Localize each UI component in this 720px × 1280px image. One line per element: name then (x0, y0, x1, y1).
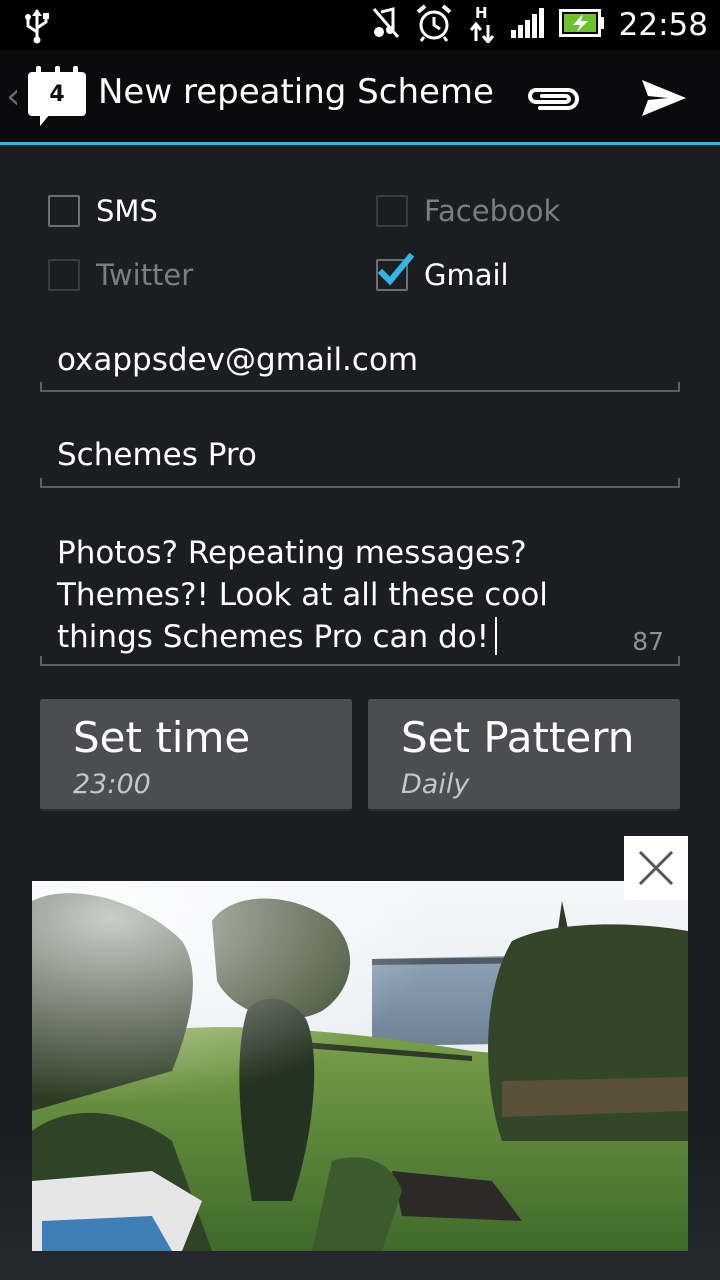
clock: 22:58 (618, 7, 708, 43)
app-icon-badge: 4 (28, 72, 86, 116)
message-line: Themes?! Look at all these cool (57, 577, 548, 613)
svg-text:H: H (475, 4, 488, 22)
set-pattern-label: Set Pattern (401, 713, 635, 762)
twitter-checkbox-row[interactable]: Twitter (48, 258, 193, 292)
page-title: New repeating Scheme (98, 72, 494, 112)
sms-checkbox[interactable] (48, 195, 80, 227)
close-icon (638, 850, 674, 886)
set-pattern-value: Daily (401, 769, 470, 800)
gmail-label: Gmail (424, 258, 509, 292)
usb-icon (22, 8, 52, 48)
battery-charging-icon (558, 9, 605, 41)
app-icon[interactable]: 4 (26, 66, 88, 130)
set-time-label: Set time (73, 713, 251, 762)
message-field[interactable]: Photos? Repeating messages? Themes?! Loo… (40, 532, 680, 666)
status-bar: H 22:58 (0, 0, 720, 50)
gmail-checkbox-row[interactable]: Gmail (376, 253, 509, 292)
set-pattern-button[interactable]: Set Pattern Daily (368, 699, 680, 811)
facebook-label: Facebook (424, 194, 561, 228)
paperclip-icon (528, 88, 579, 110)
signal-icon (510, 8, 545, 42)
up-chevron-icon[interactable]: ‹ (6, 76, 20, 117)
message-line: Photos? Repeating messages? (57, 535, 527, 571)
sms-label: SMS (96, 194, 158, 228)
twitter-checkbox[interactable] (48, 259, 80, 291)
subject-value: Schemes Pro (57, 437, 257, 473)
send-button[interactable] (638, 76, 690, 120)
subject-field[interactable]: Schemes Pro (40, 425, 680, 488)
mute-icon (371, 6, 401, 44)
attached-photo (32, 881, 688, 1251)
alarm-icon (415, 4, 453, 46)
char-count: 87 (632, 627, 664, 656)
hspa-icon: H (467, 3, 497, 47)
remove-photo-button[interactable] (624, 836, 688, 900)
set-time-value: 23:00 (73, 769, 151, 800)
recipient-value: oxappsdev@gmail.com (57, 342, 419, 378)
set-time-button[interactable]: Set time 23:00 (40, 699, 352, 811)
gmail-checkbox[interactable] (376, 253, 415, 291)
send-icon (642, 80, 686, 116)
text-cursor (495, 617, 498, 655)
action-bar: ‹ 4 New repeating Scheme (0, 50, 720, 145)
facebook-checkbox-row[interactable]: Facebook (376, 194, 560, 228)
message-line: things Schemes Pro can do! (57, 619, 490, 655)
recipient-field[interactable]: oxappsdev@gmail.com (40, 330, 680, 392)
checkmark-icon (377, 253, 415, 286)
facebook-checkbox[interactable] (376, 195, 408, 227)
message-value: Photos? Repeating messages? Themes?! Loo… (57, 532, 617, 658)
sms-checkbox-row[interactable]: SMS (48, 194, 158, 228)
attach-button[interactable] (522, 78, 582, 118)
twitter-label: Twitter (96, 258, 194, 292)
